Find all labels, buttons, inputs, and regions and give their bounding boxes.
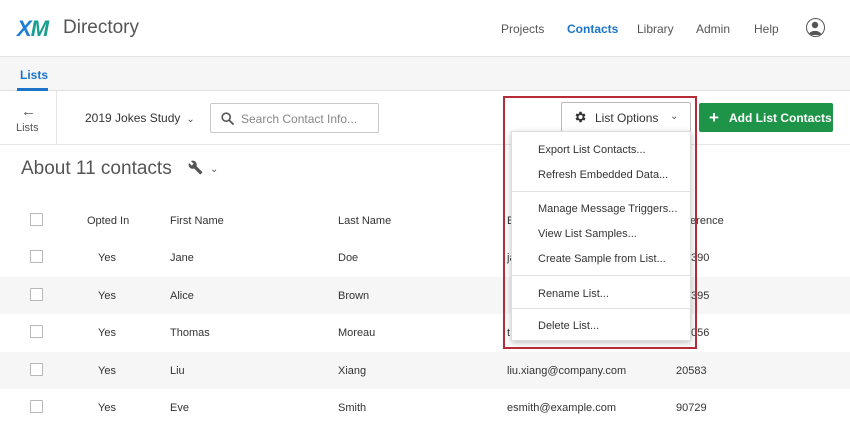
- add-list-contacts-label: Add List Contacts: [729, 111, 832, 125]
- cell-last-name: Doe: [338, 252, 359, 264]
- cell-opted-in: Yes: [98, 290, 116, 302]
- toolbar: ← Lists 2019 Jokes Study⌄ List Options ⌄…: [0, 91, 850, 145]
- cell-opted-in: Yes: [98, 252, 116, 264]
- nav-projects[interactable]: Projects: [501, 22, 544, 36]
- table-row[interactable]: Yes Eve Smith esmith@example.com 90729: [0, 389, 850, 425]
- highlight-box: [503, 96, 697, 349]
- search-box[interactable]: [210, 103, 379, 133]
- plus-icon: +: [709, 108, 719, 127]
- cell-last-name: Moreau: [338, 327, 376, 339]
- search-input[interactable]: [241, 110, 376, 128]
- cell-opted-in: Yes: [98, 365, 116, 377]
- row-checkbox[interactable]: [30, 250, 43, 263]
- top-nav: XM Directory Projects Contacts Library A…: [0, 0, 850, 57]
- back-button[interactable]: ← Lists: [0, 91, 57, 145]
- cell-external-reference: 20583: [676, 365, 707, 377]
- nav-contacts[interactable]: Contacts: [567, 22, 618, 36]
- user-avatar-icon[interactable]: [806, 18, 825, 37]
- table-row[interactable]: Yes Liu Xiang liu.xiang@company.com 2058…: [0, 352, 850, 389]
- cell-first-name: Alice: [170, 290, 194, 302]
- cell-email: esmith@example.com: [507, 402, 616, 414]
- add-list-contacts-button[interactable]: + Add List Contacts: [699, 103, 833, 132]
- cell-opted-in: Yes: [98, 327, 116, 339]
- wrench-icon[interactable]: [188, 160, 203, 175]
- cell-opted-in: Yes: [98, 402, 116, 414]
- cell-external-reference: 90729: [676, 402, 707, 414]
- cell-first-name: Eve: [170, 402, 189, 414]
- product-name: Directory: [63, 17, 140, 38]
- xm-logo[interactable]: XM: [17, 16, 49, 42]
- nav-admin[interactable]: Admin: [696, 22, 730, 36]
- table-row[interactable]: Yes Thomas Moreau t 056: [0, 314, 850, 351]
- column-header-first-name[interactable]: First Name: [170, 215, 224, 227]
- select-all-checkbox[interactable]: [30, 213, 43, 226]
- tab-lists[interactable]: Lists: [20, 68, 48, 82]
- cell-email: liu.xiang@company.com: [507, 365, 627, 377]
- search-icon: [221, 112, 234, 125]
- chevron-down-icon: ⌄: [186, 114, 195, 125]
- back-label: Lists: [16, 122, 39, 134]
- nav-library[interactable]: Library: [637, 22, 674, 36]
- sub-nav: Lists: [0, 57, 850, 91]
- cell-first-name: Thomas: [170, 327, 210, 339]
- cell-last-name: Smith: [338, 402, 367, 414]
- row-checkbox[interactable]: [30, 400, 43, 413]
- row-checkbox[interactable]: [30, 288, 43, 301]
- table-row[interactable]: Yes Jane Doe ja 390: [0, 239, 850, 276]
- cell-last-name: Brown: [338, 290, 370, 302]
- back-arrow-icon: ←: [21, 103, 36, 120]
- cell-first-name: Jane: [170, 252, 194, 264]
- row-checkbox[interactable]: [30, 363, 43, 376]
- list-name: 2019 Jokes Study: [85, 111, 181, 125]
- chevron-down-icon[interactable]: ⌄: [210, 164, 218, 175]
- column-header-last-name[interactable]: Last Name: [338, 215, 391, 227]
- nav-help[interactable]: Help: [754, 22, 779, 36]
- row-checkbox[interactable]: [30, 325, 43, 338]
- contacts-count-title: About 11 contacts: [21, 158, 172, 179]
- column-header-opted-in[interactable]: Opted In: [87, 215, 129, 227]
- table-row[interactable]: Yes Alice Brown 395: [0, 277, 850, 314]
- cell-first-name: Liu: [170, 365, 185, 377]
- table-header-row: Opted In First Name Last Name E ference: [0, 202, 850, 239]
- list-selector[interactable]: 2019 Jokes Study ⌄: [85, 111, 195, 125]
- cell-last-name: Xiang: [338, 365, 367, 377]
